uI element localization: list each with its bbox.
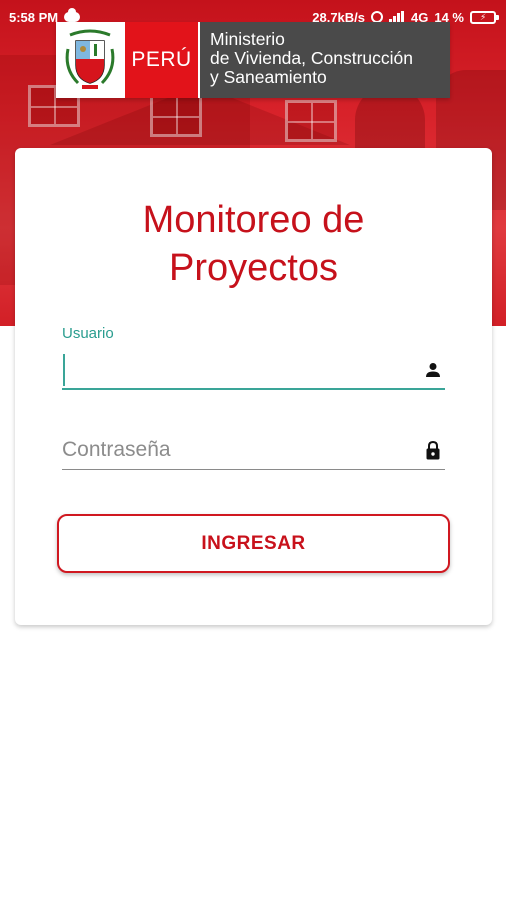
person-icon bbox=[426, 363, 440, 377]
username-label: Usuario bbox=[62, 325, 114, 342]
page-title: Monitoreo de Proyectos bbox=[15, 196, 492, 292]
ministry-logo-banner: PERÚ Ministerio de Vivienda, Construcció… bbox=[56, 22, 450, 98]
login-button[interactable]: INGRESAR bbox=[57, 514, 450, 573]
login-card: Monitoreo de Proyectos Usuario INGRESAR bbox=[15, 148, 492, 625]
peru-coat-of-arms-icon bbox=[65, 29, 114, 89]
ministry-name: Ministerio de Vivienda, Construcción y S… bbox=[200, 22, 450, 98]
ministry-line-3: y Saneamiento bbox=[210, 67, 327, 87]
lock-icon bbox=[426, 440, 440, 460]
cloud-icon bbox=[64, 8, 81, 22]
text-cursor bbox=[63, 354, 65, 386]
ministry-line-1: Ministerio bbox=[210, 29, 285, 49]
battery-charging-icon: ⚡ bbox=[470, 10, 499, 24]
emblem-container bbox=[56, 22, 123, 98]
status-time: 5:58 PM bbox=[9, 9, 59, 25]
username-input[interactable] bbox=[62, 350, 445, 390]
password-input[interactable] bbox=[62, 430, 445, 470]
ministry-line-2: de Vivienda, Construcción bbox=[210, 48, 413, 68]
title-line-1: Monitoreo de bbox=[142, 199, 365, 241]
title-line-2: Proyectos bbox=[169, 247, 338, 289]
country-label: PERÚ bbox=[123, 22, 200, 98]
